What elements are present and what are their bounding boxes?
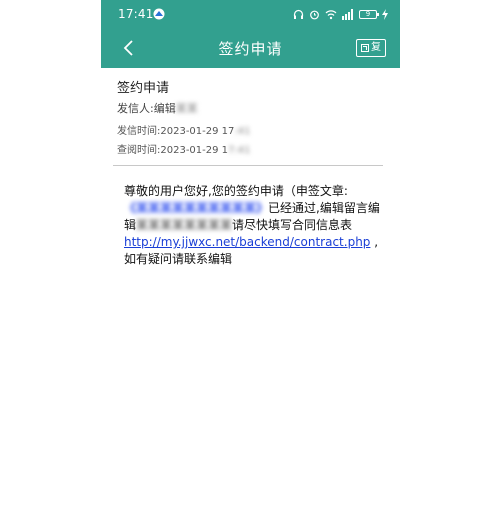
reply-label: 复 bbox=[371, 42, 381, 53]
body-contact: 如有疑问请联系编辑 bbox=[124, 252, 233, 266]
charging-icon bbox=[382, 8, 388, 20]
battery-icon: 9 bbox=[359, 9, 379, 19]
message-title: 签约申请 bbox=[117, 81, 170, 96]
work-title-redacted: 《某某某某某某某某某某》 bbox=[124, 201, 269, 215]
status-indicators: 9 bbox=[293, 7, 388, 21]
read-time-label: 查阅时间:2023-01-29 1 bbox=[117, 145, 229, 156]
status-bar: 17:41 9 bbox=[101, 0, 400, 28]
body-fill: 请尽快填写合同信息表 bbox=[232, 218, 353, 232]
sent-time-redacted: :41 bbox=[234, 126, 251, 137]
editor-message-redacted: 某某某某某某某某 bbox=[136, 218, 233, 232]
reply-icon bbox=[361, 44, 369, 52]
sender-name-redacted: 某某 bbox=[175, 102, 198, 115]
read-time-line: 查阅时间:2023-01-29 17:41 bbox=[117, 141, 251, 156]
sender-label: 发信人:编辑 bbox=[117, 102, 176, 115]
phone-screen: 17:41 9 签约申请 复 签约申请 发信人:编辑某某 发信时间:2023-0… bbox=[101, 0, 400, 532]
reply-button[interactable]: 复 bbox=[356, 39, 386, 57]
signal-icon bbox=[342, 8, 353, 20]
contract-link[interactable]: http://my.jjwxc.net/backend/contract.php bbox=[124, 235, 370, 249]
message-body: 尊敬的用户您好,您的签约申请（申签文章: 《某某某某某某某某某某》已经通过,编辑… bbox=[124, 183, 386, 268]
nav-bar: 签约申请 复 bbox=[101, 28, 400, 68]
body-passed: 已经通过, bbox=[268, 201, 320, 215]
status-time: 17:41 bbox=[118, 7, 154, 21]
headphones-icon bbox=[293, 9, 304, 19]
sent-time-label: 发信时间:2023-01-29 17 bbox=[117, 126, 235, 137]
alarm-icon bbox=[310, 10, 319, 19]
header-divider bbox=[113, 165, 383, 166]
app-notification-icon bbox=[153, 8, 165, 20]
sender-line: 发信人:编辑某某 bbox=[117, 100, 198, 116]
body-after-link: , bbox=[370, 235, 379, 249]
body-greeting: 尊敬的用户您好,您的签约申请（申签文章: bbox=[124, 184, 348, 198]
read-time-redacted: 7:41 bbox=[228, 145, 251, 156]
wifi-icon bbox=[325, 9, 337, 19]
sent-time-line: 发信时间:2023-01-29 17:41 bbox=[117, 122, 250, 137]
body-text: 尊敬的用户您好,您的签约申请（申签文章: 《某某某某某某某某某某》已经通过,编辑… bbox=[124, 183, 386, 268]
